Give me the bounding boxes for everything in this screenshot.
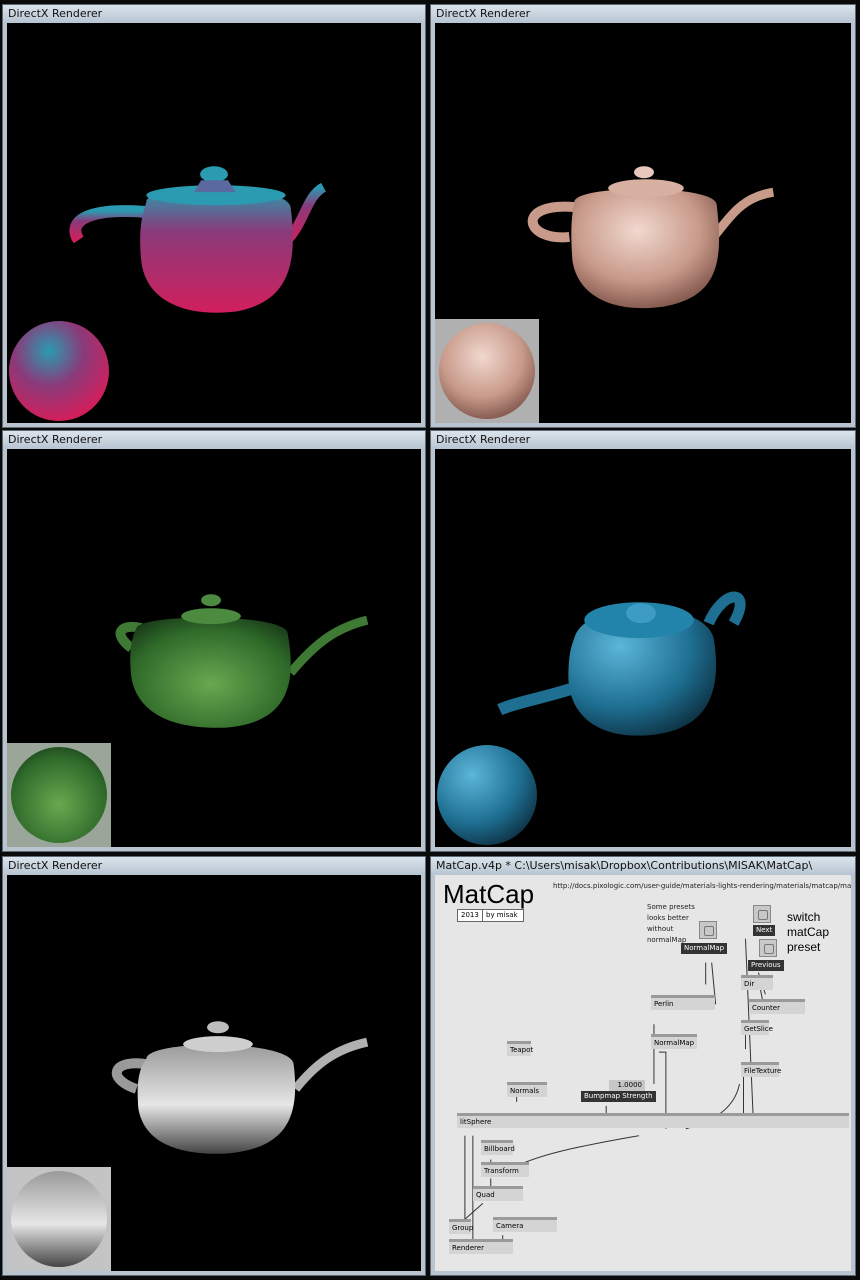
previous-bang[interactable] [759,939,777,957]
renderer-window-5[interactable]: DirectX Renderer [2,856,426,1276]
previous-label: Previous [748,960,784,971]
help-url[interactable]: http://docs.pixologic.com/user-guide/mat… [553,882,851,890]
node-getslice[interactable]: GetSlice [741,1020,773,1035]
window-title: DirectX Renderer [431,5,855,23]
patch-canvas[interactable]: MatCap http://docs.pixologic.com/user-gu… [435,875,851,1271]
node-dir[interactable]: Dir [741,975,773,990]
presets-note: Some presets looks better without normal… [647,903,695,944]
next-label: Next [753,925,776,936]
bumpmap-value[interactable]: 1.0000 [609,1080,645,1091]
switch-note: switch matCap preset [787,910,830,954]
patch-title: MatCap [443,879,535,909]
next-bang[interactable] [753,905,771,923]
window-title: DirectX Renderer [3,5,425,23]
node-group[interactable]: Group [449,1219,473,1234]
render-viewport [435,449,851,847]
node-transform[interactable]: Transform [481,1162,529,1177]
render-viewport [7,875,421,1271]
node-billboard[interactable]: Billboard [481,1140,515,1155]
matcap-sphere-preview [435,743,539,847]
render-viewport [7,449,421,847]
node-teapot[interactable]: Teapot [507,1041,533,1056]
matcap-sphere-preview [7,319,111,423]
node-normalmap[interactable]: NormalMap [651,1034,697,1049]
window-title: DirectX Renderer [431,431,855,449]
node-counter[interactable]: Counter [749,999,805,1014]
render-viewport [7,23,421,423]
normalmap-toggle[interactable] [699,921,717,939]
renderer-window-1[interactable]: DirectX Renderer [2,4,426,428]
patch-editor-window[interactable]: MatCap.v4p * C:\Users\misak\Dropbox\Cont… [430,856,856,1276]
renderer-window-3[interactable]: DirectX Renderer [2,430,426,852]
node-litsphere[interactable]: litSphere [457,1113,849,1128]
node-quad[interactable]: Quad [473,1186,523,1201]
node-filetexture[interactable]: FileTexture [741,1062,781,1077]
node-perlin[interactable]: Perlin [651,995,715,1010]
node-renderer[interactable]: Renderer [449,1239,513,1254]
author-box: by misak [482,909,524,922]
bumpmap-strength-label: Bumpmap Strength [581,1091,656,1102]
renderer-window-4[interactable]: DirectX Renderer [430,430,856,852]
node-normals[interactable]: Normals [507,1082,547,1097]
matcap-sphere-preview [7,743,111,847]
window-title: DirectX Renderer [3,857,425,875]
normalmap-toggle-label: NormalMap [681,943,728,954]
matcap-sphere-preview [435,319,539,423]
node-camera[interactable]: Camera [493,1217,557,1232]
year-box: 2013 [457,909,483,922]
renderer-window-2[interactable]: DirectX Renderer [430,4,856,428]
window-title: MatCap.v4p * C:\Users\misak\Dropbox\Cont… [431,857,855,875]
matcap-sphere-preview [7,1167,111,1271]
render-viewport [435,23,851,423]
window-title: DirectX Renderer [3,431,425,449]
